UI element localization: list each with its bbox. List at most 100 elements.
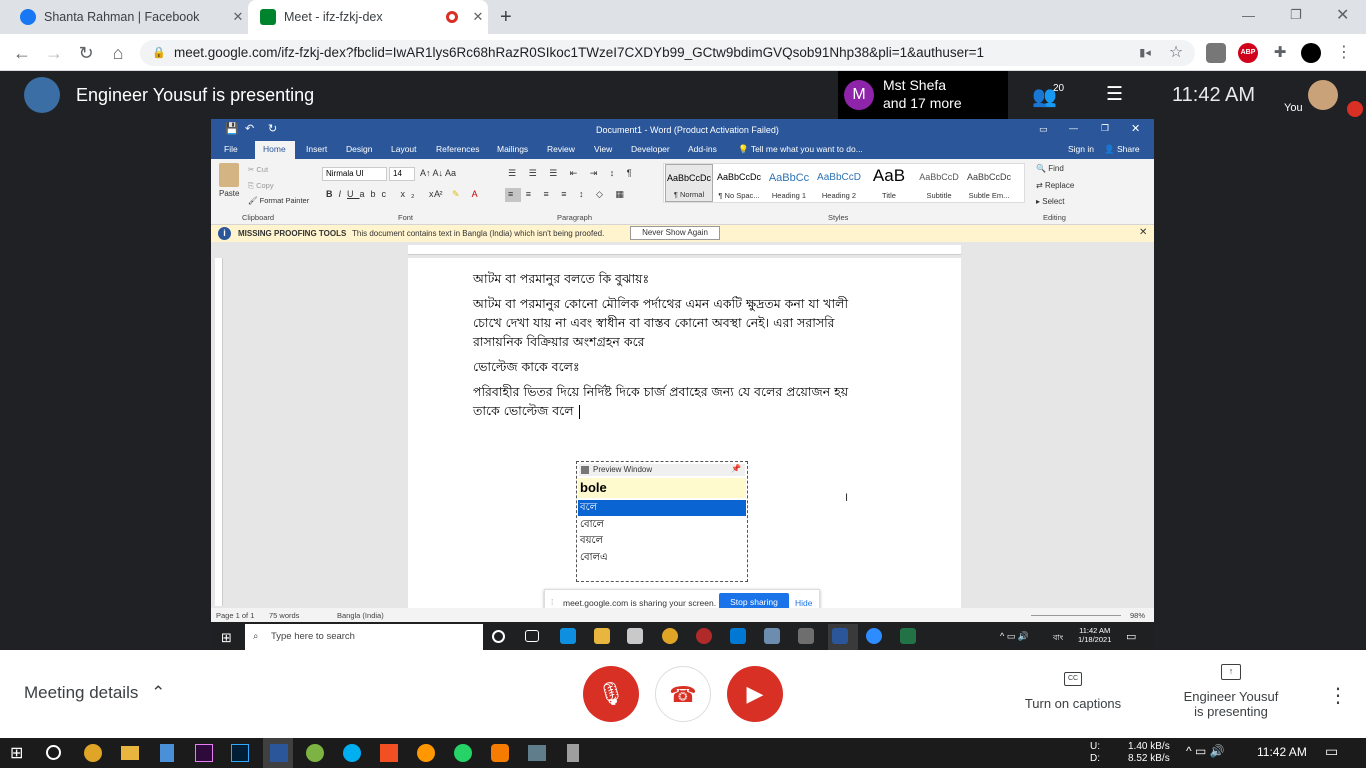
copy-button[interactable]: ⎘ Copy [248, 181, 274, 191]
star-icon[interactable]: ☆ [1166, 43, 1186, 63]
paste-icon[interactable] [219, 163, 239, 187]
menu-icon[interactable]: ⋮ [1334, 43, 1354, 63]
minimize-button[interactable]: — [1242, 8, 1255, 23]
captions-button[interactable]: CC Turn on captions [1010, 672, 1136, 711]
app-icon[interactable] [764, 628, 780, 644]
meeting-details-button[interactable]: Meeting details ⌃ [24, 683, 165, 703]
forward-icon[interactable]: → [42, 42, 66, 64]
chrome-icon[interactable] [662, 628, 678, 644]
font-name-select[interactable]: Nirmala UI [322, 167, 387, 181]
windows-start-icon[interactable]: ⊞ [221, 630, 232, 646]
tab-insert[interactable]: Insert [306, 144, 327, 154]
present-button[interactable]: ↑ Engineer Yousuf is presenting [1170, 664, 1292, 719]
tray-icons[interactable]: ^ ▭ 🔊 [1186, 744, 1225, 758]
paste-label[interactable]: Paste [219, 189, 239, 198]
calculator-icon[interactable] [798, 628, 814, 644]
word-maximize[interactable]: ❐ [1101, 123, 1109, 134]
word-minimize[interactable]: — [1069, 123, 1078, 133]
save-icon[interactable]: 💾 [225, 122, 239, 135]
mic-off-button[interactable]: 🎙 [583, 666, 639, 722]
style-title[interactable]: AaB Title [865, 164, 913, 202]
page-count[interactable]: Page 1 of 1 [216, 611, 254, 620]
tab-design[interactable]: Design [346, 144, 372, 154]
style-heading-1[interactable]: AaBbCc Heading 1 [765, 164, 813, 202]
chrome-icon[interactable] [84, 744, 102, 762]
format-painter-button[interactable]: 🖌 Format Painter [248, 196, 309, 205]
edge-icon[interactable] [560, 628, 576, 644]
word-icon[interactable] [832, 628, 848, 644]
skype-icon[interactable] [343, 744, 361, 762]
participant-tile[interactable]: M Mst Shefa and 17 more [838, 71, 1008, 119]
list-buttons[interactable]: ☰ ☰ ☰ ⇤ ⇥ ↕ ¶ [508, 168, 637, 179]
close-icon[interactable]: ✕ [468, 9, 488, 25]
replace-button[interactable]: ⇄ Replace [1036, 181, 1074, 190]
tab-references[interactable]: References [436, 144, 479, 154]
infobar-close-icon[interactable]: ✕ [1139, 227, 1147, 238]
tell-me-field[interactable]: 💡 Tell me what you want to do... [738, 144, 863, 155]
drag-handle-icon[interactable]: ⁞ [551, 597, 553, 607]
grow-font-icon[interactable]: A↑ A↓ Aa [420, 168, 456, 178]
app-icon[interactable] [491, 744, 509, 762]
highlight-color-buttons[interactable]: A ✎ A [434, 189, 483, 200]
tray-icons[interactable]: ^ ▭ 🔊 [1000, 631, 1029, 642]
suggestion-selected[interactable]: বলে [578, 500, 746, 516]
store-icon[interactable] [627, 628, 643, 644]
tab-developer[interactable]: Developer [631, 144, 670, 154]
tab-meet[interactable]: Meet - ifz-fzkj-dex ✕ [248, 0, 488, 34]
align-buttons[interactable]: ≡ ≡ ≡ ≡ ↕ ◇ ▦ [508, 189, 629, 200]
tab-addins[interactable]: Add-ins [688, 144, 717, 154]
new-tab-button[interactable]: + [500, 6, 512, 29]
task-view-icon[interactable] [525, 630, 539, 642]
photoshop-icon[interactable] [231, 744, 249, 762]
suggestion-item[interactable]: বয়লে [578, 533, 746, 549]
close-icon[interactable]: ✕ [228, 9, 248, 25]
adblock-icon[interactable]: ABP [1238, 43, 1258, 63]
app-icon[interactable] [567, 744, 579, 762]
word-close[interactable]: ✕ [1131, 122, 1140, 135]
notifications-icon[interactable]: ▭ [1126, 630, 1136, 643]
zoom-app-icon[interactable] [866, 628, 882, 644]
whatsapp-icon[interactable] [454, 744, 472, 762]
chat-icon[interactable]: ☰ [1106, 83, 1123, 106]
undo-icon[interactable]: ↶ [245, 122, 254, 135]
tab-facebook[interactable]: Shanta Rahman | Facebook ✕ [8, 0, 248, 34]
window-close-button[interactable]: ✕ [1336, 5, 1349, 25]
input-language[interactable]: বাং [1053, 632, 1063, 645]
tab-home[interactable]: Home [263, 144, 286, 154]
format-buttons[interactable]: BIUabc x₂ x² [326, 189, 449, 199]
zoom-level[interactable]: 98% [1130, 611, 1145, 620]
notifications-icon[interactable]: ▭ [1325, 743, 1338, 760]
select-button[interactable]: ▸ Select [1036, 197, 1064, 206]
cut-button[interactable]: ✂ Cut [248, 165, 268, 174]
word-count[interactable]: 75 words [269, 611, 299, 620]
premiere-icon[interactable] [195, 744, 213, 762]
style-subtitle[interactable]: AaBbCcD Subtitle [915, 164, 963, 202]
more-options-icon[interactable]: ⋮ [1328, 683, 1348, 708]
tab-view[interactable]: View [594, 144, 612, 154]
tab-review[interactable]: Review [547, 144, 575, 154]
excel-icon[interactable] [900, 628, 916, 644]
app-icon[interactable] [696, 628, 712, 644]
pin-icon[interactable]: 📌 [731, 464, 741, 473]
tab-file[interactable]: File [224, 144, 238, 154]
app-icon[interactable] [528, 745, 546, 761]
style--no-spac-[interactable]: AaBbCcDc ¶ No Spac... [715, 164, 763, 202]
font-size-select[interactable]: 14 [389, 167, 415, 181]
cortana-icon[interactable] [492, 630, 505, 643]
extension-icon[interactable] [1206, 43, 1226, 63]
mail-icon[interactable] [730, 628, 746, 644]
tab-layout[interactable]: Layout [391, 144, 417, 154]
never-show-again-button[interactable]: Never Show Again [630, 226, 720, 240]
back-icon[interactable]: ← [10, 42, 34, 64]
suggestion-item[interactable]: বোলএ [578, 550, 746, 566]
leave-call-button[interactable]: ☎ [655, 666, 711, 722]
camera-icon[interactable]: ▮◂ [1135, 43, 1155, 63]
redo-icon[interactable]: ↻ [268, 122, 277, 135]
ribbon-display-icon[interactable]: ▭ [1039, 124, 1048, 135]
style-subtle-em-[interactable]: AaBbCcDc Subtle Em... [965, 164, 1013, 202]
notepad-icon[interactable] [160, 744, 174, 762]
style--normal[interactable]: AaBbCcDc ¶ Normal [665, 164, 713, 202]
style-heading-2[interactable]: AaBbCcD Heading 2 [815, 164, 863, 202]
sign-in-link[interactable]: Sign in [1068, 144, 1094, 154]
windows-start-icon[interactable]: ⊞ [10, 743, 23, 763]
